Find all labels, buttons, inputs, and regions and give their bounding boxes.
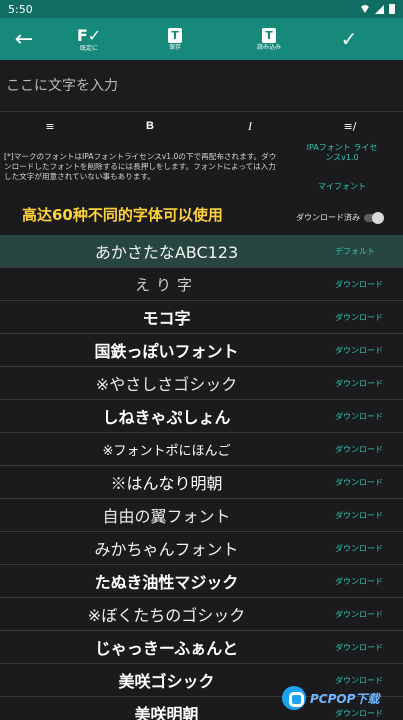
- text-style-icon[interactable]: ≡/: [300, 120, 400, 133]
- font-row[interactable]: モコ字 ダウンロード: [0, 301, 403, 334]
- font-name: ※やさしさゴシック: [95, 375, 238, 394]
- watermark-text: PCPOP下载: [310, 691, 380, 706]
- font-row[interactable]: たぬき油性マジック ダウンロード: [0, 565, 403, 598]
- font-check-icon: F✓: [76, 25, 102, 45]
- ipa-license-link[interactable]: IPAフォント ライセンスv1.0: [306, 143, 378, 163]
- status-icons: [360, 4, 395, 14]
- align-center-icon[interactable]: ≡: [0, 120, 100, 133]
- text-input[interactable]: [0, 60, 403, 111]
- download-button[interactable]: ダウンロード: [333, 477, 403, 488]
- font-row[interactable]: ※フォントポにほんご ダウンロード: [0, 433, 403, 466]
- save-font-icon: T: [168, 27, 182, 43]
- font-row[interactable]: 国鉄っぽいフォント ダウンロード: [0, 334, 403, 367]
- font-row[interactable]: みかちゃんフォント ダウンロード: [0, 532, 403, 565]
- font-name: ※はんなり明朝: [110, 474, 223, 493]
- font-name: モコ字: [142, 309, 191, 328]
- toolbar: ← F✓ 既定に T 保存 T 読み込み ✓: [0, 18, 403, 60]
- download-button[interactable]: ダウンロード: [333, 609, 403, 620]
- status-time: 5:50: [8, 2, 33, 16]
- my-font-link[interactable]: マイフォント: [306, 181, 378, 192]
- font-name: 自由の翼フォント: [102, 507, 231, 526]
- back-button[interactable]: ←: [0, 18, 48, 60]
- text-input-area: [0, 60, 403, 112]
- wifi-icon: [360, 5, 370, 13]
- font-name: じゃっきーふぁんと: [94, 639, 239, 658]
- signal-icon: [375, 4, 384, 14]
- font-row[interactable]: ※ぼくたちのゴシック ダウンロード: [0, 598, 403, 631]
- font-list: あかさたなABC123 デフォルト えり字 ダウンロード モコ字 ダウンロード …: [0, 235, 403, 720]
- font-name: ※ぼくたちのゴシック: [87, 606, 246, 625]
- font-name: みかちゃんフォント: [94, 540, 239, 559]
- downloaded-filter[interactable]: ダウンロード済み: [296, 211, 384, 224]
- save-button[interactable]: T 保存: [146, 18, 204, 60]
- default-label: デフォルト: [335, 246, 375, 256]
- download-button[interactable]: ダウンロード: [333, 378, 403, 389]
- font-row[interactable]: しねきゃぷしょん ダウンロード: [0, 400, 403, 433]
- font-name: 国鉄っぽいフォント: [94, 342, 239, 361]
- reset-default-label: 既定に: [79, 44, 98, 52]
- download-button[interactable]: ダウンロード: [333, 510, 403, 521]
- download-button[interactable]: ダウンロード: [333, 576, 403, 587]
- font-row[interactable]: 自由の翼フォント ダウンロード: [0, 499, 403, 532]
- italic-button[interactable]: I: [200, 119, 300, 134]
- download-button[interactable]: ダウンロード: [333, 444, 403, 455]
- downloaded-filter-label: ダウンロード済み: [296, 213, 360, 222]
- font-name: たぬき油性マジック: [94, 573, 239, 592]
- load-button[interactable]: T 読み込み: [240, 18, 298, 60]
- font-name: しねきゃぷしょん: [102, 408, 231, 427]
- font-row[interactable]: じゃっきーふぁんと ダウンロード: [0, 631, 403, 664]
- font-name: ※フォントポにほんご: [102, 443, 231, 459]
- watermark: PCPOP下载: [282, 686, 379, 710]
- font-row[interactable]: えり字 ダウンロード: [0, 268, 403, 301]
- arrow-left-icon: ←: [14, 26, 34, 52]
- reset-default-button[interactable]: F✓ 既定に: [60, 18, 118, 60]
- check-icon: ✓: [340, 27, 358, 51]
- download-button[interactable]: ダウンロード: [333, 543, 403, 554]
- font-row-default[interactable]: あかさたなABC123 デフォルト: [0, 235, 403, 268]
- download-button[interactable]: ダウンロード: [333, 642, 403, 653]
- confirm-button[interactable]: ✓: [331, 18, 367, 60]
- download-button[interactable]: ダウンロード: [333, 675, 403, 686]
- battery-icon: [389, 4, 395, 14]
- download-button[interactable]: ダウンロード: [333, 312, 403, 323]
- save-label: 保存: [168, 43, 181, 51]
- license-notice: [*]マークのフォントはIPAフォントライセンスv1.0の下で再配布されます。ダ…: [4, 152, 277, 181]
- load-label: 読み込み: [256, 43, 281, 51]
- downloaded-switch[interactable]: [364, 211, 384, 224]
- status-bar: 5:50: [0, 0, 403, 18]
- download-button[interactable]: ダウンロード: [333, 411, 403, 422]
- font-name: あかさたなABC123: [94, 243, 239, 262]
- download-button[interactable]: ダウンロード: [333, 279, 403, 290]
- load-font-icon: T: [262, 27, 276, 43]
- font-name: えり字: [134, 275, 198, 294]
- font-row[interactable]: ※やさしさゴシック ダウンロード: [0, 367, 403, 400]
- format-toolbar: ≡ B I ≡/: [0, 112, 403, 140]
- download-button[interactable]: ダウンロード: [333, 345, 403, 356]
- promo-caption: 高达60种不同的字体可以使用: [22, 206, 223, 224]
- bold-button[interactable]: B: [100, 120, 200, 132]
- font-row[interactable]: ※はんなり明朝 ダウンロード: [0, 466, 403, 499]
- pcpop-logo-icon: [282, 686, 306, 710]
